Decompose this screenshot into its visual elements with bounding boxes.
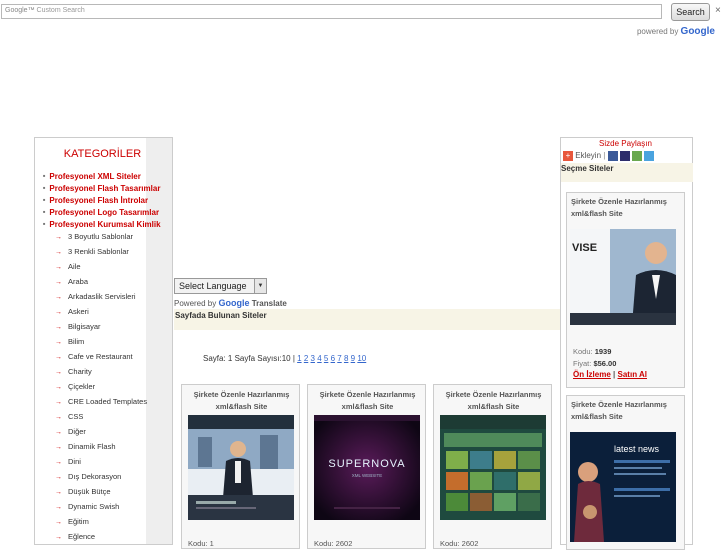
page-link[interactable]: 9 [351,354,355,363]
twitter-icon[interactable] [644,151,655,161]
page-link[interactable]: 10 [357,354,366,363]
pagination: Sayfa: 1 Sayfa Sayısı:10 | 1 2 3 4 5 6 7… [203,354,367,363]
category-flash-intro[interactable]: Profesyonel Flash İntrolar [43,196,148,205]
add-link[interactable]: Ekleyin [575,151,601,160]
sidebar-item[interactable]: Dış Dekorasyon [55,472,121,481]
sidebar-item[interactable]: Dini [55,457,81,466]
category-flash-design[interactable]: Profesyonel Flash Tasarımlar [43,184,160,193]
sidebar-scrollbar[interactable] [146,138,172,544]
section-header: Sayfada Bulunan Siteler [174,309,560,330]
template-thumbnail[interactable]: latest news [570,432,676,542]
sidebar-item[interactable]: Charity [55,367,92,376]
sidebar-item[interactable]: Diğer [55,427,86,436]
myspace-icon[interactable] [619,151,630,161]
page-link[interactable]: 4 [317,354,321,363]
buy-link[interactable]: Satın Al [618,370,647,379]
close-icon[interactable]: × [715,5,721,16]
page-link[interactable]: 6 [331,354,335,363]
supernova-logo: SUPERNOVA [328,458,405,470]
card-code: Kodu: 2602 [440,539,479,548]
page-link[interactable]: 1 [297,354,301,363]
product-card[interactable]: Şirkete Özenle Hazırlanmış xml&flash Sit… [433,384,552,549]
featured-card[interactable]: Şirkete Özenle Hazırlanmış xml&flash Sit… [566,192,685,388]
sidebar-item[interactable]: 3 Renkli Sablonlar [55,247,129,256]
template-thumbnail[interactable]: VISE [570,229,676,325]
sidebar-item[interactable]: Araba [55,277,88,286]
page-link[interactable]: 5 [324,354,328,363]
category-sidebar: KATEGORİLER Profesyonel XML Siteler Prof… [34,137,173,545]
google-logo-icon: Google [218,298,250,308]
category-title: KATEGORİLER [63,148,142,160]
sidebar-item[interactable]: Çiçekler [55,382,95,391]
card-code: Kodu: 2602 [314,539,353,548]
section-header: Seçme Siteler [561,163,693,182]
card-title[interactable]: Şirkete Özenle Hazırlanmış xml&flash Sit… [571,399,682,423]
chevron-down-icon[interactable]: ▼ [254,279,266,293]
card-title[interactable]: Şirkete Özenle Hazırlanmış xml&flash Sit… [186,389,297,413]
featured-card[interactable]: Şirkete Özenle Hazırlanmış xml&flash Sit… [566,395,685,550]
sidebar-item[interactable]: Eğlence [55,532,95,541]
sidebar-item[interactable]: Cafe ve Restaurant [55,352,133,361]
code-row: Kodu: 1939 [573,347,612,356]
powered-by-google: powered by Google [636,26,715,37]
google-logo-icon: Google™ [5,7,35,14]
facebook-icon[interactable] [607,151,618,161]
category-logo[interactable]: Profesyonel Logo Tasarımlar [43,208,159,217]
product-card[interactable]: Şirkete Özenle Hazırlanmış xml&flash Sit… [307,384,426,549]
page-link[interactable]: 8 [344,354,348,363]
category-xml[interactable]: Profesyonel XML Siteler [43,172,140,181]
sidebar-item[interactable]: 3 Boyutlu Sablonlar [55,232,133,241]
page-link[interactable]: 3 [311,354,315,363]
sidebar-item[interactable]: Eğitim [55,517,89,526]
sidebar-item[interactable]: Arkadaslik Servisleri [55,292,136,301]
share-title: Sizde Paylaşın [599,139,652,148]
card-title[interactable]: Şirkete Özenle Hazırlanmış xml&flash Sit… [312,389,423,413]
page-link[interactable]: 7 [337,354,341,363]
supernova-sub: XML WEBSITE [352,473,383,478]
sidebar-item[interactable]: Düşük Bütçe [55,487,111,496]
sidebar-item[interactable]: CSS [55,412,83,421]
powered-by-translate: Powered by Google Translate [174,298,287,308]
social-bar: + Ekleyin | [563,151,655,161]
card-title[interactable]: Şirkete Özenle Hazırlanmış xml&flash Sit… [571,196,682,220]
product-card[interactable]: Şirkete Özenle Hazırlanmış xml&flash Sit… [181,384,300,549]
category-corporate[interactable]: Profesyonel Kurumsal Kimlik [43,220,160,229]
sidebar-item[interactable]: Bilgisayar [55,322,101,331]
sidebar-item[interactable]: Dinamik Flash [55,442,116,451]
search-button[interactable]: Search [671,3,710,21]
template-thumbnail[interactable]: SUPERNOVA XML WEBSITE [314,415,420,520]
sidebar-item[interactable]: CRE Loaded Templates [55,397,147,406]
sidebar-item[interactable]: Askeri [55,307,89,316]
sidebar-item[interactable]: Bilim [55,337,84,346]
thumbnail-heading: latest news [614,444,660,454]
search-input[interactable]: Google™ Custom Search [1,4,662,19]
page-link[interactable]: 2 [304,354,308,363]
card-title[interactable]: Şirkete Özenle Hazırlanmış xml&flash Sit… [438,389,549,413]
preview-link[interactable]: Ön İzleme [573,370,611,379]
right-sidebar: Sizde Paylaşın + Ekleyin | Seçme Siteler… [560,137,693,550]
template-thumbnail[interactable] [188,415,294,520]
google-logo-icon: Google [680,26,715,37]
card-actions: Ön İzleme | Satın Al [573,370,647,379]
card-code: Kodu: 1 [188,539,214,548]
add-icon[interactable]: + [563,151,573,161]
delicious-icon[interactable] [632,151,643,161]
sidebar-item[interactable]: Dynamic Swish [55,502,119,511]
price-row: Fiyat: $56.00 [573,359,617,368]
template-thumbnail[interactable] [440,415,546,520]
thumbnail-logo: VISE [572,242,597,254]
sidebar-item[interactable]: Aile [55,262,81,271]
